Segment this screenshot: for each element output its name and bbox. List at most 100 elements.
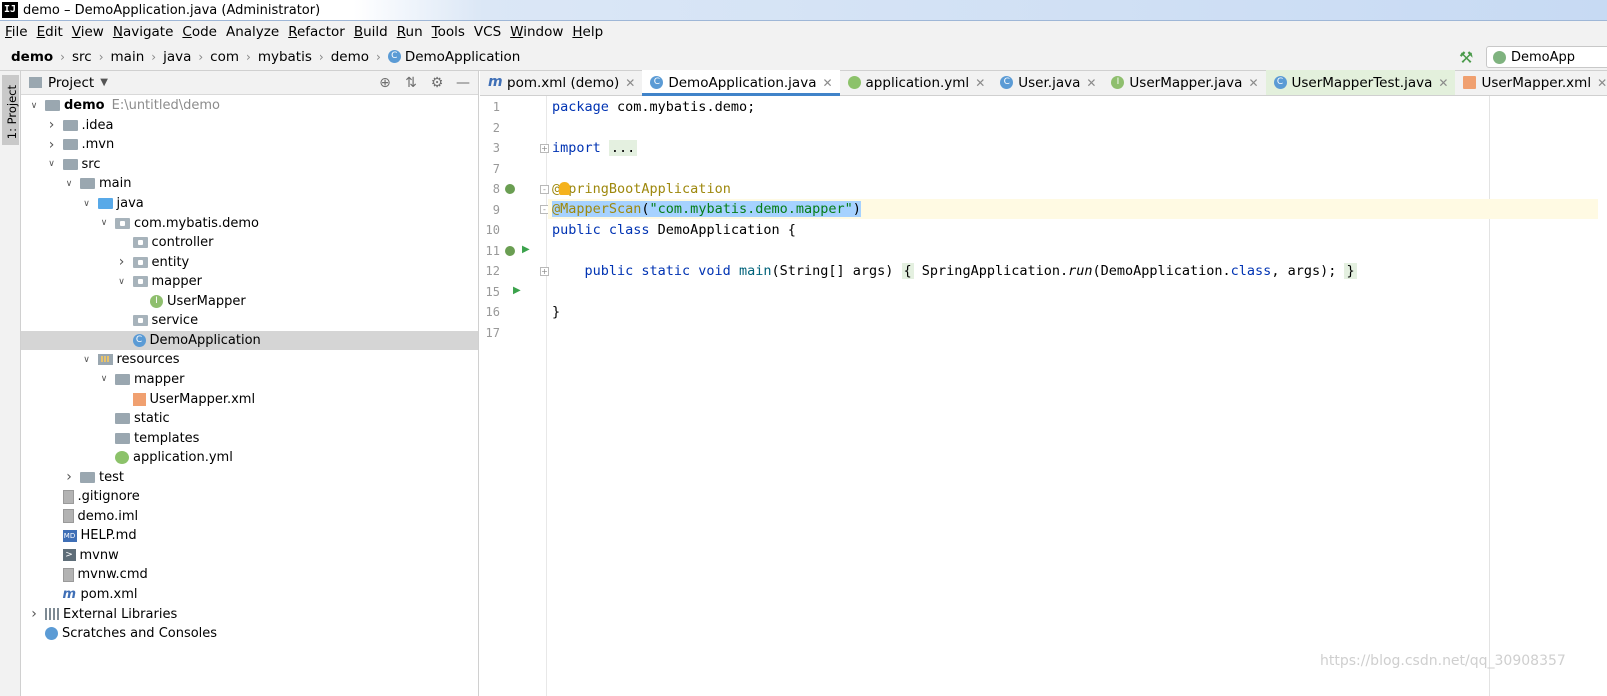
breadcrumb-item[interactable]: com	[210, 49, 239, 65]
breadcrumb-item[interactable]: demo	[11, 49, 53, 65]
code-line[interactable]: public static void main(String[] args) {…	[552, 261, 1357, 281]
menu-item[interactable]: Analyze	[226, 24, 279, 40]
breadcrumb-item[interactable]: mybatis	[258, 49, 312, 65]
tree-item[interactable]: UserMapper.xml	[21, 389, 478, 409]
locate-icon[interactable]: ⊕	[376, 74, 394, 92]
chevron-right-icon[interactable]: ›	[45, 117, 59, 133]
tree-item[interactable]: I UserMapper	[21, 292, 478, 312]
menu-item[interactable]: Window	[510, 24, 563, 40]
minimize-icon[interactable]: —	[454, 74, 472, 92]
menu-item[interactable]: Edit	[37, 24, 63, 40]
chevron-right-icon[interactable]: ›	[27, 606, 41, 622]
menu-item[interactable]: Help	[572, 24, 603, 40]
breadcrumb-item[interactable]: C DemoApplication	[387, 49, 520, 65]
close-icon[interactable]: ✕	[1438, 76, 1448, 90]
chevron-down-icon[interactable]: ▼	[100, 77, 108, 88]
chevron-down-icon[interactable]: ∨	[62, 179, 76, 189]
close-icon[interactable]: ✕	[625, 76, 635, 90]
close-icon[interactable]: ✕	[822, 76, 832, 90]
tree-item[interactable]: Scratches and Consoles	[21, 624, 478, 644]
close-icon[interactable]: ✕	[1086, 76, 1096, 90]
close-icon[interactable]: ✕	[1597, 76, 1607, 90]
tree-item[interactable]: controller	[21, 233, 478, 253]
tree-item[interactable]: › .mvn	[21, 135, 478, 155]
fold-marker-icon[interactable]: -	[540, 185, 549, 194]
code-line[interactable]: public class DemoApplication {	[552, 220, 796, 240]
breadcrumb-item[interactable]: demo	[331, 49, 369, 65]
tree-item[interactable]: ∨ src	[21, 155, 478, 175]
editor-tab[interactable]: application.yml ✕	[840, 70, 993, 95]
breadcrumb-item[interactable]: main	[111, 49, 145, 65]
menu-item[interactable]: Run	[397, 24, 423, 40]
menu-item[interactable]: Tools	[432, 24, 465, 40]
code-line[interactable]: package com.mybatis.demo;	[552, 97, 755, 117]
code-line-current[interactable]: @MapperScan("com.mybatis.demo.mapper")	[548, 199, 1598, 219]
tree-item[interactable]: mvnw.cmd	[21, 565, 478, 585]
tree-item[interactable]: .gitignore	[21, 487, 478, 507]
intention-bulb-icon[interactable]	[559, 182, 570, 195]
gear-icon[interactable]: ⚙	[428, 74, 446, 92]
tree-item[interactable]: ∨ com.mybatis.demo	[21, 213, 478, 233]
editor-tab[interactable]: UserMapper.xml ✕	[1455, 70, 1607, 95]
tree-item[interactable]: C DemoApplication	[21, 330, 478, 351]
chevron-down-icon[interactable]: ∨	[27, 101, 41, 111]
breadcrumb-item[interactable]: src	[72, 49, 92, 65]
editor-tab[interactable]: C DemoApplication.java ✕	[642, 70, 840, 96]
editor-tab[interactable]: C User.java ✕	[992, 70, 1103, 95]
tree-item[interactable]: > mvnw	[21, 546, 478, 566]
spring-bean-icon[interactable]	[505, 184, 515, 194]
menu-item[interactable]: Refactor	[288, 24, 345, 40]
chevron-down-icon[interactable]: ∨	[97, 374, 111, 384]
close-icon[interactable]: ✕	[975, 76, 985, 90]
tree-item[interactable]: application.yml	[21, 448, 478, 468]
tree-item[interactable]: › test	[21, 467, 478, 487]
close-icon[interactable]: ✕	[1248, 76, 1258, 90]
code-line[interactable]: }	[552, 302, 560, 322]
chevron-down-icon[interactable]: ∨	[97, 218, 111, 228]
tree-item[interactable]: ∨ java	[21, 194, 478, 214]
tree-item[interactable]: › .idea	[21, 116, 478, 136]
menu-item[interactable]: File	[5, 24, 28, 40]
tree-item[interactable]: › entity	[21, 252, 478, 272]
menu-item[interactable]: Navigate	[113, 24, 174, 40]
tree-item[interactable]: MD HELP.md	[21, 526, 478, 546]
code-line[interactable]: @SpringBootApplication	[552, 179, 731, 199]
spring-bean-icon[interactable]	[505, 246, 515, 256]
menu-item[interactable]: View	[72, 24, 104, 40]
chevron-right-icon[interactable]: ›	[62, 469, 76, 485]
tree-item[interactable]: templates	[21, 428, 478, 448]
chevron-right-icon[interactable]: ›	[115, 254, 129, 270]
folded-imports[interactable]: ...	[608, 140, 638, 156]
breadcrumb-item[interactable]: java	[163, 49, 191, 65]
menu-item[interactable]: Code	[182, 24, 217, 40]
editor-tab[interactable]: m pom.xml (demo) ✕	[480, 70, 642, 95]
tree-item[interactable]: ∨ mapper	[21, 272, 478, 292]
collapse-icon[interactable]: ⇅	[402, 74, 420, 92]
hammer-icon[interactable]: ⚒	[1459, 48, 1473, 67]
chevron-down-icon[interactable]: ∨	[80, 355, 94, 365]
chevron-right-icon[interactable]: ›	[45, 137, 59, 153]
menu-item[interactable]: Build	[354, 24, 388, 40]
editor-tab[interactable]: C UserMapperTest.java ✕	[1265, 70, 1456, 95]
chevron-down-icon[interactable]: ∨	[45, 159, 59, 169]
tree-item[interactable]: ∨ mapper	[21, 370, 478, 390]
fold-marker-icon[interactable]: +	[540, 267, 549, 276]
tree-item[interactable]: m pom.xml	[21, 585, 478, 605]
tree-item[interactable]: demo.iml	[21, 507, 478, 527]
tree-item[interactable]: static	[21, 409, 478, 429]
tree-item[interactable]: service	[21, 311, 478, 331]
project-panel-title[interactable]: Project	[48, 75, 94, 91]
chevron-down-icon[interactable]: ∨	[115, 277, 129, 287]
chevron-down-icon[interactable]: ∨	[80, 199, 94, 209]
tree-item[interactable]: › External Libraries	[21, 604, 478, 624]
tree-item[interactable]: ∨ resources	[21, 350, 478, 370]
editor-tab[interactable]: I UserMapper.java ✕	[1103, 70, 1265, 95]
run-gutter-icon[interactable]: ▶	[522, 244, 530, 255]
code-line[interactable]: import ...	[552, 138, 638, 158]
run-configuration-selector[interactable]: DemoApp	[1486, 46, 1607, 68]
tree-item[interactable]: ∨ main	[21, 174, 478, 194]
fold-marker-icon[interactable]: +	[540, 144, 549, 153]
tree-item[interactable]: ∨ demo E:\untitled\demo	[21, 96, 478, 116]
menu-item[interactable]: VCS	[474, 24, 501, 40]
project-tool-window-tab[interactable]: 1: Project	[2, 75, 19, 145]
